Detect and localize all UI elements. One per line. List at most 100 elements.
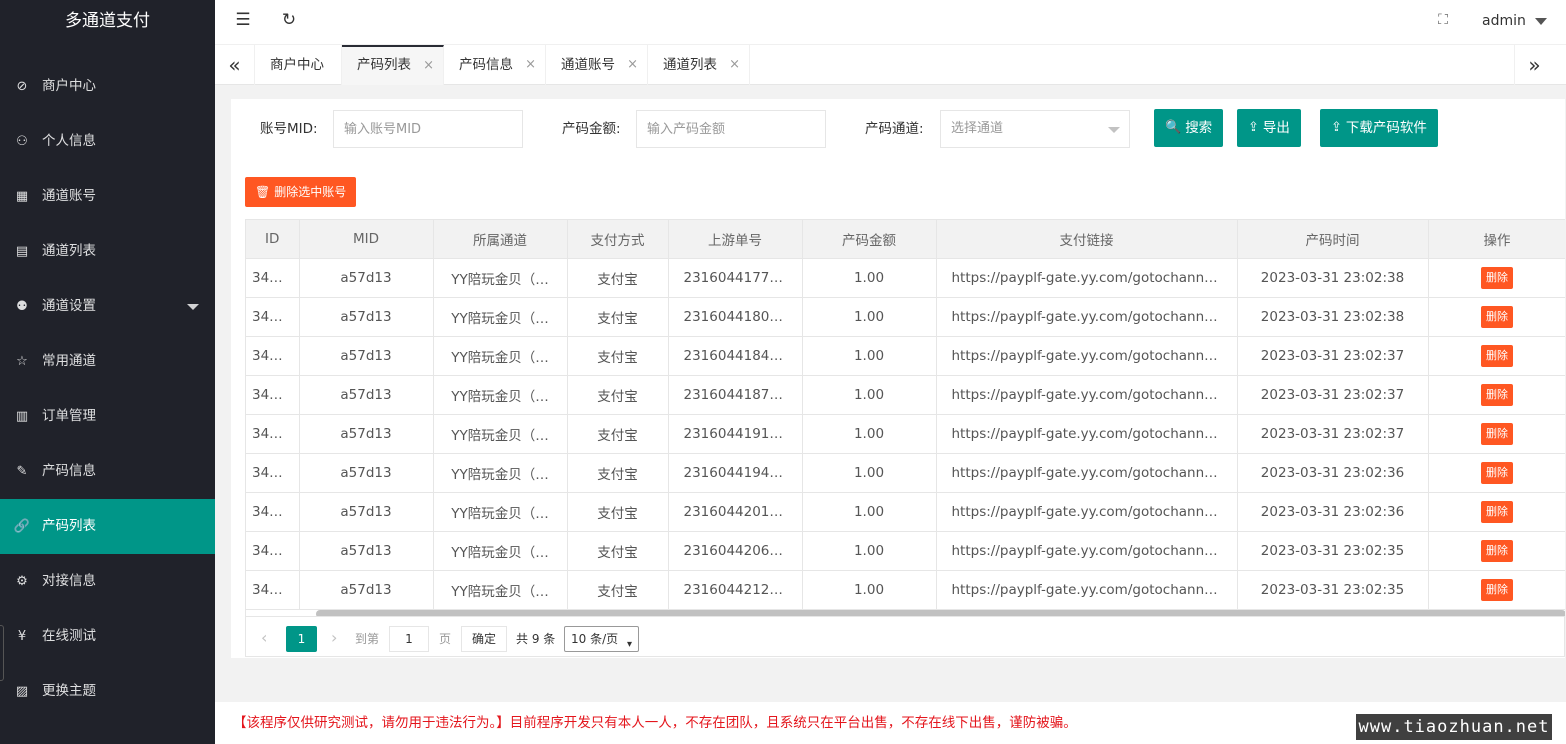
cell-time: 2023-03-31 23:02:36 <box>1237 453 1429 493</box>
amount-input[interactable] <box>636 110 826 148</box>
row-delete-button[interactable]: 删除 <box>1481 305 1513 328</box>
table-row[interactable]: 34… a57d13 YY陪玩金贝（… 支付宝 23160441878… 1.00 http… <box>246 375 1565 415</box>
cell-amount: 1.00 <box>802 414 937 454</box>
page-size-select[interactable]: 10 条/页 ▾ <box>564 626 639 652</box>
cell-action: 删除 <box>1428 531 1565 571</box>
tab-label: 通道账号 <box>561 57 615 73</box>
table-header-row: ID MID 所属通道 支付方式 上游单号 产码金额 支付链接 产码时间 操作 <box>246 220 1565 259</box>
tab-channel-accounts[interactable]: 通道账号 × <box>546 45 648 85</box>
col-header-action[interactable]: 操作 <box>1428 220 1565 259</box>
next-page-icon[interactable]: › <box>331 625 337 651</box>
table-row[interactable]: 34… a57d13 YY陪玩金贝（… 支付宝 23160442120… 1.00 http… <box>246 570 1565 610</box>
cell-id: 34… <box>246 531 300 571</box>
row-delete-button[interactable]: 删除 <box>1481 461 1513 484</box>
tabs-scroll-right-icon[interactable]: » <box>1514 45 1554 85</box>
sidebar-item-channel-list[interactable]: ▤ 通道列表 <box>0 224 215 279</box>
sidebar-item-label: 商户中心 <box>42 78 96 94</box>
delete-selected-label: 删除选中账号 <box>274 185 347 199</box>
mid-input[interactable] <box>333 110 523 148</box>
sidebar-item-label: 通道设置 <box>42 298 96 314</box>
table-row[interactable]: 34… a57d13 YY陪玩金贝（… 支付宝 23160441913… 1.00 http… <box>246 414 1565 454</box>
sidebar-item-profile[interactable]: ⚇ 个人信息 <box>0 114 215 169</box>
tab-close-icon[interactable]: × <box>423 47 434 84</box>
sidebar-item-code-list[interactable]: 🔗 产码列表 <box>0 499 215 554</box>
user-menu[interactable]: admin <box>1482 0 1526 42</box>
cell-action: 删除 <box>1428 297 1565 337</box>
sidebar-item-change-theme[interactable]: ▨ 更换主题 <box>0 664 215 719</box>
row-delete-button[interactable]: 删除 <box>1481 266 1513 289</box>
row-delete-button[interactable]: 删除 <box>1481 344 1513 367</box>
cell-upstream-order: 23160441840… <box>668 336 803 376</box>
col-header-pay-method[interactable]: 支付方式 <box>567 220 669 259</box>
cell-action: 删除 <box>1428 336 1565 376</box>
horizontal-scrollbar[interactable] <box>316 610 1565 616</box>
prev-page-icon[interactable]: ‹ <box>261 625 267 651</box>
cell-pay-method: 支付宝 <box>567 570 669 610</box>
row-delete-button[interactable]: 删除 <box>1481 383 1513 406</box>
user-icon: ⚇ <box>16 134 28 149</box>
cell-upstream-order: 23160442019… <box>668 492 803 532</box>
col-header-pay-link[interactable]: 支付链接 <box>936 220 1238 259</box>
goto-confirm-button[interactable]: 确定 <box>461 626 507 652</box>
col-header-amount[interactable]: 产码金额 <box>802 220 937 259</box>
sidebar-item-channel-accounts[interactable]: ▦ 通道账号 <box>0 169 215 224</box>
tab-code-list[interactable]: 产码列表 × <box>342 45 444 85</box>
table-row[interactable]: 34… a57d13 YY陪玩金贝（… 支付宝 23160442060… 1.00 http… <box>246 531 1565 571</box>
table-row[interactable]: 34… a57d13 YY陪玩金贝（… 支付宝 23160442019… 1.00 http… <box>246 492 1565 532</box>
cell-amount: 1.00 <box>802 570 937 610</box>
col-header-id[interactable]: ID <box>246 220 300 259</box>
apps-icon: ▤ <box>15 244 29 259</box>
sidebar-item-online-test[interactable]: ¥ 在线测试 <box>0 609 215 664</box>
collapse-menu-icon[interactable]: ☰ <box>233 0 253 40</box>
tab-merchant-center[interactable]: 商户中心 <box>255 45 342 85</box>
cell-pay-method: 支付宝 <box>567 336 669 376</box>
tab-close-icon[interactable]: × <box>627 45 638 85</box>
col-header-time[interactable]: 产码时间 <box>1237 220 1429 259</box>
table-row[interactable]: 34… a57d13 YY陪玩金贝（… 支付宝 23160441948… 1.00 http… <box>246 453 1565 493</box>
sidebar-item-order-management[interactable]: ▥ 订单管理 <box>0 389 215 444</box>
page-1-button[interactable]: 1 <box>286 626 317 652</box>
download-software-button[interactable]: ⇪ 下载产码软件 <box>1320 109 1438 147</box>
sidebar-item-channel-settings[interactable]: ⚉ 通道设置 <box>0 279 215 334</box>
table-row[interactable]: 34… a57d13 YY陪玩金贝（… 支付宝 23160441774… 1.00 http… <box>246 258 1565 298</box>
delete-selected-button[interactable]: 🗑 删除选中账号 <box>245 177 357 207</box>
channel-select[interactable]: 选择通道 <box>940 110 1130 148</box>
tab-close-icon[interactable]: × <box>525 45 536 85</box>
cell-action: 删除 <box>1428 414 1565 454</box>
download-button-label: 下载产码软件 <box>1345 120 1427 136</box>
link-icon: 🔗 <box>13 519 31 534</box>
row-delete-button[interactable]: 删除 <box>1481 578 1513 601</box>
cell-id: 34… <box>246 492 300 532</box>
tabs-scroll-left-icon[interactable]: « <box>215 45 255 85</box>
page-size-value: 10 条/页 <box>571 632 619 646</box>
sidebar-item-code-info[interactable]: ✎ 产码信息 <box>0 444 215 499</box>
row-delete-button[interactable]: 删除 <box>1481 422 1513 445</box>
channel-label: 产码通道: <box>865 121 924 137</box>
caret-down-icon[interactable] <box>1535 18 1547 25</box>
sidebar-item-favorite-channels[interactable]: ☆ 常用通道 <box>0 334 215 389</box>
goto-page-input[interactable] <box>389 626 429 652</box>
sidebar-item-merchant-center[interactable]: ⊘ 商户中心 <box>0 59 215 114</box>
col-header-upstream-order[interactable]: 上游单号 <box>668 220 803 259</box>
cell-pay-link: https://payplf-gate.yy.com/gotochannel/j… <box>936 336 1238 376</box>
table-row[interactable]: 34… a57d13 YY陪玩金贝（… 支付宝 23160441806… 1.00 http… <box>246 297 1565 337</box>
row-delete-button[interactable]: 删除 <box>1481 539 1513 562</box>
grid-icon: ▦ <box>15 189 29 204</box>
row-delete-button[interactable]: 删除 <box>1481 500 1513 523</box>
col-header-channel[interactable]: 所属通道 <box>433 220 568 259</box>
cell-pay-method: 支付宝 <box>567 375 669 415</box>
cell-pay-link: https://payplf-gate.yy.com/gotochannel/j… <box>936 453 1238 493</box>
tab-channel-list[interactable]: 通道列表 × <box>648 45 750 85</box>
search-button[interactable]: 🔍 搜索 <box>1154 109 1224 147</box>
tab-label: 商户中心 <box>270 57 324 73</box>
sidebar-item-integration-info[interactable]: ⚙ 对接信息 <box>0 554 215 609</box>
search-icon: 🔍 <box>1165 120 1182 135</box>
col-header-mid[interactable]: MID <box>299 220 434 259</box>
tab-code-info[interactable]: 产码信息 × <box>444 45 546 85</box>
sidebar-resize-handle[interactable] <box>0 625 4 681</box>
refresh-icon[interactable]: ↻ <box>279 0 299 40</box>
fullscreen-icon[interactable]: ⛶ <box>1433 0 1453 40</box>
export-button[interactable]: ⇪ 导出 <box>1237 109 1301 147</box>
tab-close-icon[interactable]: × <box>729 45 740 85</box>
table-row[interactable]: 34… a57d13 YY陪玩金贝（… 支付宝 23160441840… 1.00 http… <box>246 336 1565 376</box>
